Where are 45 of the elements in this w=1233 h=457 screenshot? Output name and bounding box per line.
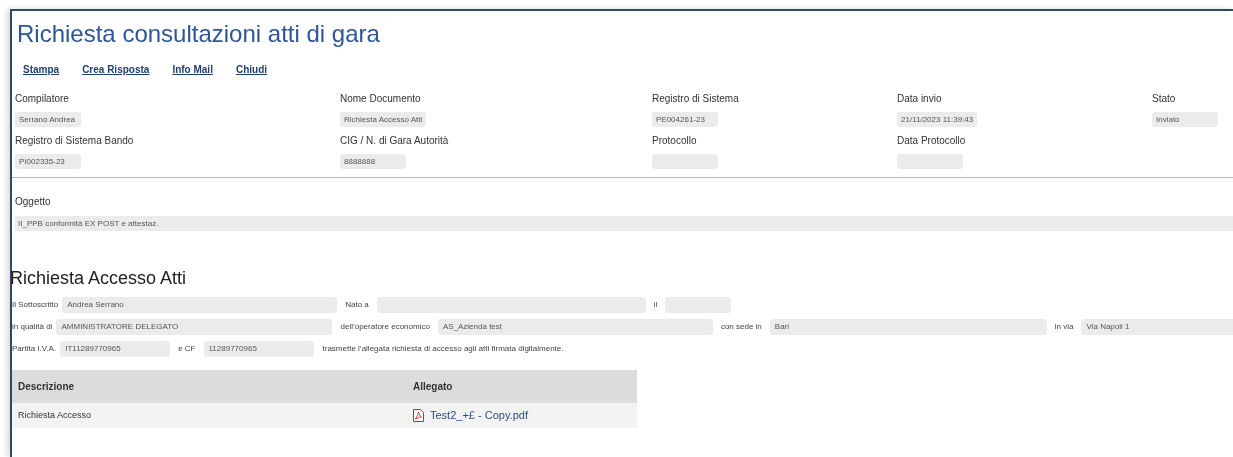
input-field[interactable]: PI002335-23	[15, 154, 81, 169]
input-field[interactable]: II_PPB conformità EX POST e attestaz.	[15, 216, 1233, 231]
page-title: Richiesta consultazioni atti di gara	[17, 19, 380, 49]
field-label: Nato a	[345, 299, 369, 311]
table-cell-text: Richiesta Accesso	[17, 408, 93, 422]
input-field[interactable]: Serrano Andrea	[15, 112, 81, 127]
field-label: Protocollo	[652, 134, 697, 148]
field-label: in via	[1054, 321, 1074, 333]
field-label: in qualità di	[12, 321, 53, 333]
input-field[interactable]: AMMINISTRATORE DELEGATO	[56, 319, 333, 335]
input-field[interactable]: 11289770965	[203, 341, 314, 357]
field-label: Data Protocollo	[897, 134, 966, 148]
toolbar-link[interactable]: Stampa	[23, 63, 60, 77]
input-field[interactable]: Inviato	[1152, 112, 1218, 127]
file-link[interactable]: Test2_+£ - Copy.pdf	[430, 407, 528, 424]
toolbar-link[interactable]: Chiudi	[235, 63, 268, 77]
input-field[interactable]: PE004261-23	[652, 112, 718, 127]
column-header: Allegato	[412, 380, 453, 394]
input-field[interactable]: Andrea Serrano	[62, 297, 338, 313]
field-label: Data invio	[897, 92, 942, 106]
field-label: Partita I.V.A.	[12, 343, 57, 355]
field-label: Compilatore	[15, 92, 69, 106]
input-field[interactable]: Bari	[769, 319, 1047, 335]
input-field[interactable]: 21/11/2023 11:39:43	[897, 112, 978, 127]
input-field[interactable]: IT11289770965	[60, 341, 171, 357]
column-header: Descrizione	[17, 380, 76, 394]
field-label: Il Sottoscritto	[12, 299, 59, 311]
input-field[interactable]: Via Napoli 1	[1081, 319, 1233, 335]
field-label: il	[653, 299, 658, 311]
field-label: Oggetto	[15, 195, 51, 209]
field-label: Nome Documento	[340, 92, 421, 106]
input-field[interactable]: Richiesta Accesso Atti	[340, 112, 427, 127]
input-field[interactable]: 8888888	[340, 154, 406, 169]
field-label: Registro di Sistema	[652, 92, 739, 106]
field-label: e CF	[178, 343, 196, 355]
field-label: Registro di Sistema Bando	[15, 134, 134, 148]
statement-text: trasmette l’allegata richiesta di accesso agli atti firmata digitalmente.	[322, 343, 564, 355]
field-label: CIG / N. di Gara Autorità	[340, 134, 449, 148]
field-label: con sede in	[720, 321, 762, 333]
pdf-file-icon	[413, 409, 424, 422]
input-field[interactable]: AS_Azienda test	[437, 319, 713, 335]
field-label: dell’operatore economico	[340, 321, 430, 333]
toolbar-link[interactable]: Info Mail	[172, 63, 213, 77]
toolbar-link[interactable]: Crea Risposta	[82, 63, 150, 77]
field-label: Stato	[1152, 92, 1176, 106]
